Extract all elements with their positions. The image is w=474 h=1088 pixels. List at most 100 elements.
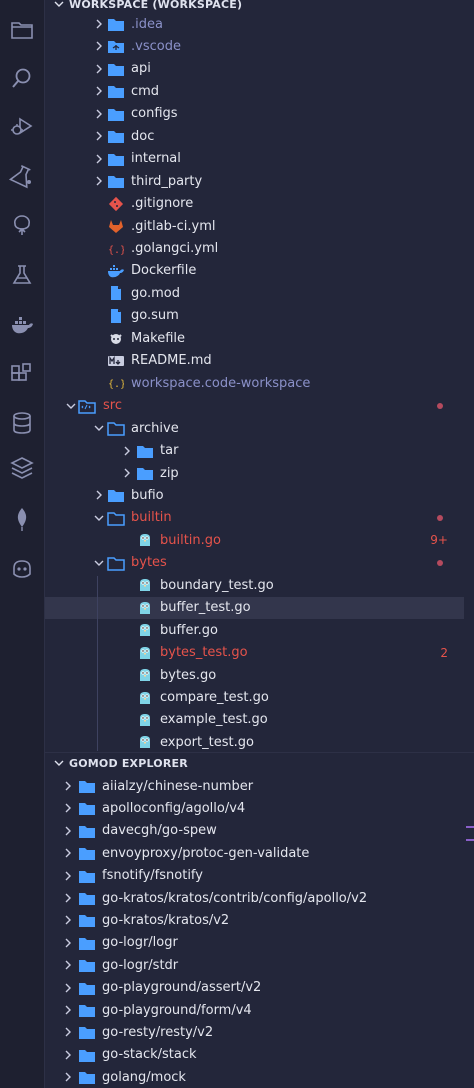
tree-item-label: api: [131, 61, 151, 77]
tree-folder-row[interactable]: builtin: [45, 507, 464, 529]
module-row[interactable]: envoyproxy/protoc-gen-validate: [45, 842, 464, 864]
database-icon[interactable]: [0, 401, 44, 445]
chevron-right-icon[interactable]: [61, 869, 75, 883]
tree-folder-row[interactable]: archive: [45, 417, 464, 439]
chevron-right-icon[interactable]: [61, 891, 75, 905]
scrollbar-marker[interactable]: [466, 826, 474, 828]
search-icon[interactable]: [0, 57, 44, 101]
workspace-section-header[interactable]: WORKSPACE (WORKSPACE): [45, 0, 474, 13]
chevron-right-icon[interactable]: [92, 62, 106, 76]
tree-folder-row[interactable]: tar: [45, 440, 464, 462]
tree-folder-row[interactable]: src: [45, 395, 464, 417]
problem-count-badge: 9+: [430, 533, 448, 548]
tree-folder-row[interactable]: .idea: [45, 13, 464, 35]
chevron-right-icon[interactable]: [120, 466, 134, 480]
module-row[interactable]: fsnotify/fsnotify: [45, 865, 464, 887]
chevron-right-icon[interactable]: [61, 846, 75, 860]
chevron-right-icon[interactable]: [92, 17, 106, 31]
folder-icon: [107, 486, 125, 504]
tree-file-row[interactable]: export_test.go: [45, 731, 464, 753]
module-row[interactable]: go-resty/resty/v2: [45, 1021, 464, 1043]
tree-file-row[interactable]: bytes.go: [45, 664, 464, 686]
folder-open-icon: [78, 397, 96, 415]
tree-file-row[interactable]: Makefile: [45, 327, 464, 349]
tree-folder-row[interactable]: configs: [45, 103, 464, 125]
chevron-right-icon[interactable]: [92, 152, 106, 166]
module-row[interactable]: go-kratos/kratos/contrib/config/apollo/v…: [45, 887, 464, 909]
tree-file-row[interactable]: compare_test.go: [45, 687, 464, 709]
module-row[interactable]: go-playground/assert/v2: [45, 977, 464, 999]
chevron-right-icon[interactable]: [61, 981, 75, 995]
tree-file-row[interactable]: builtin.go 9+: [45, 529, 464, 551]
explorer-icon[interactable]: [0, 8, 44, 52]
tree-file-row[interactable]: boundary_test.go: [45, 574, 464, 596]
module-label: go-stack/stack: [102, 1047, 197, 1063]
tree-folder-row[interactable]: internal: [45, 148, 464, 170]
tree-file-row[interactable]: {.} workspace.code-workspace: [45, 372, 464, 394]
chevron-down-icon[interactable]: [92, 421, 106, 435]
module-row[interactable]: aiialzy/chinese-number: [45, 775, 464, 797]
docker-icon[interactable]: [0, 303, 44, 347]
module-row[interactable]: go-playground/form/v4: [45, 999, 464, 1021]
module-row[interactable]: go-stack/stack: [45, 1044, 464, 1066]
chevron-right-icon[interactable]: [61, 958, 75, 972]
tree-folder-row[interactable]: zip: [45, 462, 464, 484]
tree-file-row[interactable]: buffer_test.go: [45, 596, 464, 619]
source-tree-icon[interactable]: [0, 203, 44, 247]
tree-file-row[interactable]: example_test.go: [45, 709, 464, 731]
chevron-right-icon[interactable]: [61, 779, 75, 793]
tree-folder-row[interactable]: bufio: [45, 484, 464, 506]
gomod-section-header[interactable]: GOMOD EXPLORER: [45, 754, 474, 772]
tree-folder-row[interactable]: .vscode: [45, 35, 464, 57]
module-row[interactable]: davecgh/go-spew: [45, 820, 464, 842]
tree-file-row[interactable]: {.} .golangci.yml: [45, 238, 464, 260]
chevron-right-icon[interactable]: [120, 444, 134, 458]
chevron-down-icon[interactable]: [92, 511, 106, 525]
module-row[interactable]: apolloconfig/agollo/v4: [45, 797, 464, 819]
scrollbar-marker[interactable]: [466, 839, 474, 841]
extensions-icon[interactable]: [0, 352, 44, 396]
tree-folder-row[interactable]: doc: [45, 125, 464, 147]
module-row[interactable]: golang/mock: [45, 1066, 464, 1088]
tree-file-row[interactable]: Dockerfile: [45, 260, 464, 282]
section-divider: [45, 752, 474, 753]
chevron-right-icon[interactable]: [92, 107, 106, 121]
chevron-right-icon[interactable]: [61, 1070, 75, 1084]
tree-file-row[interactable]: .gitignore: [45, 193, 464, 215]
tree-file-row[interactable]: go.mod: [45, 282, 464, 304]
chevron-right-icon[interactable]: [61, 1003, 75, 1017]
chevron-right-icon[interactable]: [92, 174, 106, 188]
chevron-right-icon[interactable]: [61, 1048, 75, 1062]
layers-icon[interactable]: [0, 446, 44, 490]
chevron-down-icon[interactable]: [92, 556, 106, 570]
tree-folder-row[interactable]: bytes: [45, 552, 464, 574]
chevron-right-icon[interactable]: [61, 824, 75, 838]
mongodb-leaf-icon[interactable]: [0, 497, 44, 541]
flask-icon[interactable]: [0, 253, 44, 297]
chevron-down-icon[interactable]: [64, 399, 78, 413]
copilot-icon[interactable]: [0, 547, 44, 591]
tree-folder-row[interactable]: cmd: [45, 80, 464, 102]
module-row[interactable]: go-kratos/kratos/v2: [45, 909, 464, 931]
tree-file-row[interactable]: go.sum: [45, 305, 464, 327]
tree-folder-row[interactable]: third_party: [45, 170, 464, 192]
chevron-right-icon[interactable]: [61, 936, 75, 950]
chevron-right-icon[interactable]: [92, 488, 106, 502]
chevron-right-icon[interactable]: [61, 801, 75, 815]
tree-file-row[interactable]: bytes_test.go 2: [45, 642, 464, 664]
tree-file-row[interactable]: buffer.go: [45, 619, 464, 641]
chevron-right-icon[interactable]: [92, 129, 106, 143]
chevron-right-icon[interactable]: [92, 84, 106, 98]
chevron-right-icon[interactable]: [61, 913, 75, 927]
tree-folder-row[interactable]: api: [45, 58, 464, 80]
chevron-right-icon[interactable]: [61, 1025, 75, 1039]
extensions-test-icon[interactable]: [0, 154, 44, 198]
tree-item-label: .gitlab-ci.yml: [131, 218, 216, 234]
chevron-right-icon[interactable]: [92, 39, 106, 53]
folder-icon: [107, 60, 125, 78]
run-debug-icon[interactable]: [0, 104, 44, 148]
module-row[interactable]: go-logr/logr: [45, 932, 464, 954]
tree-file-row[interactable]: README.md: [45, 350, 464, 372]
tree-file-row[interactable]: .gitlab-ci.yml: [45, 215, 464, 237]
module-row[interactable]: go-logr/stdr: [45, 954, 464, 976]
